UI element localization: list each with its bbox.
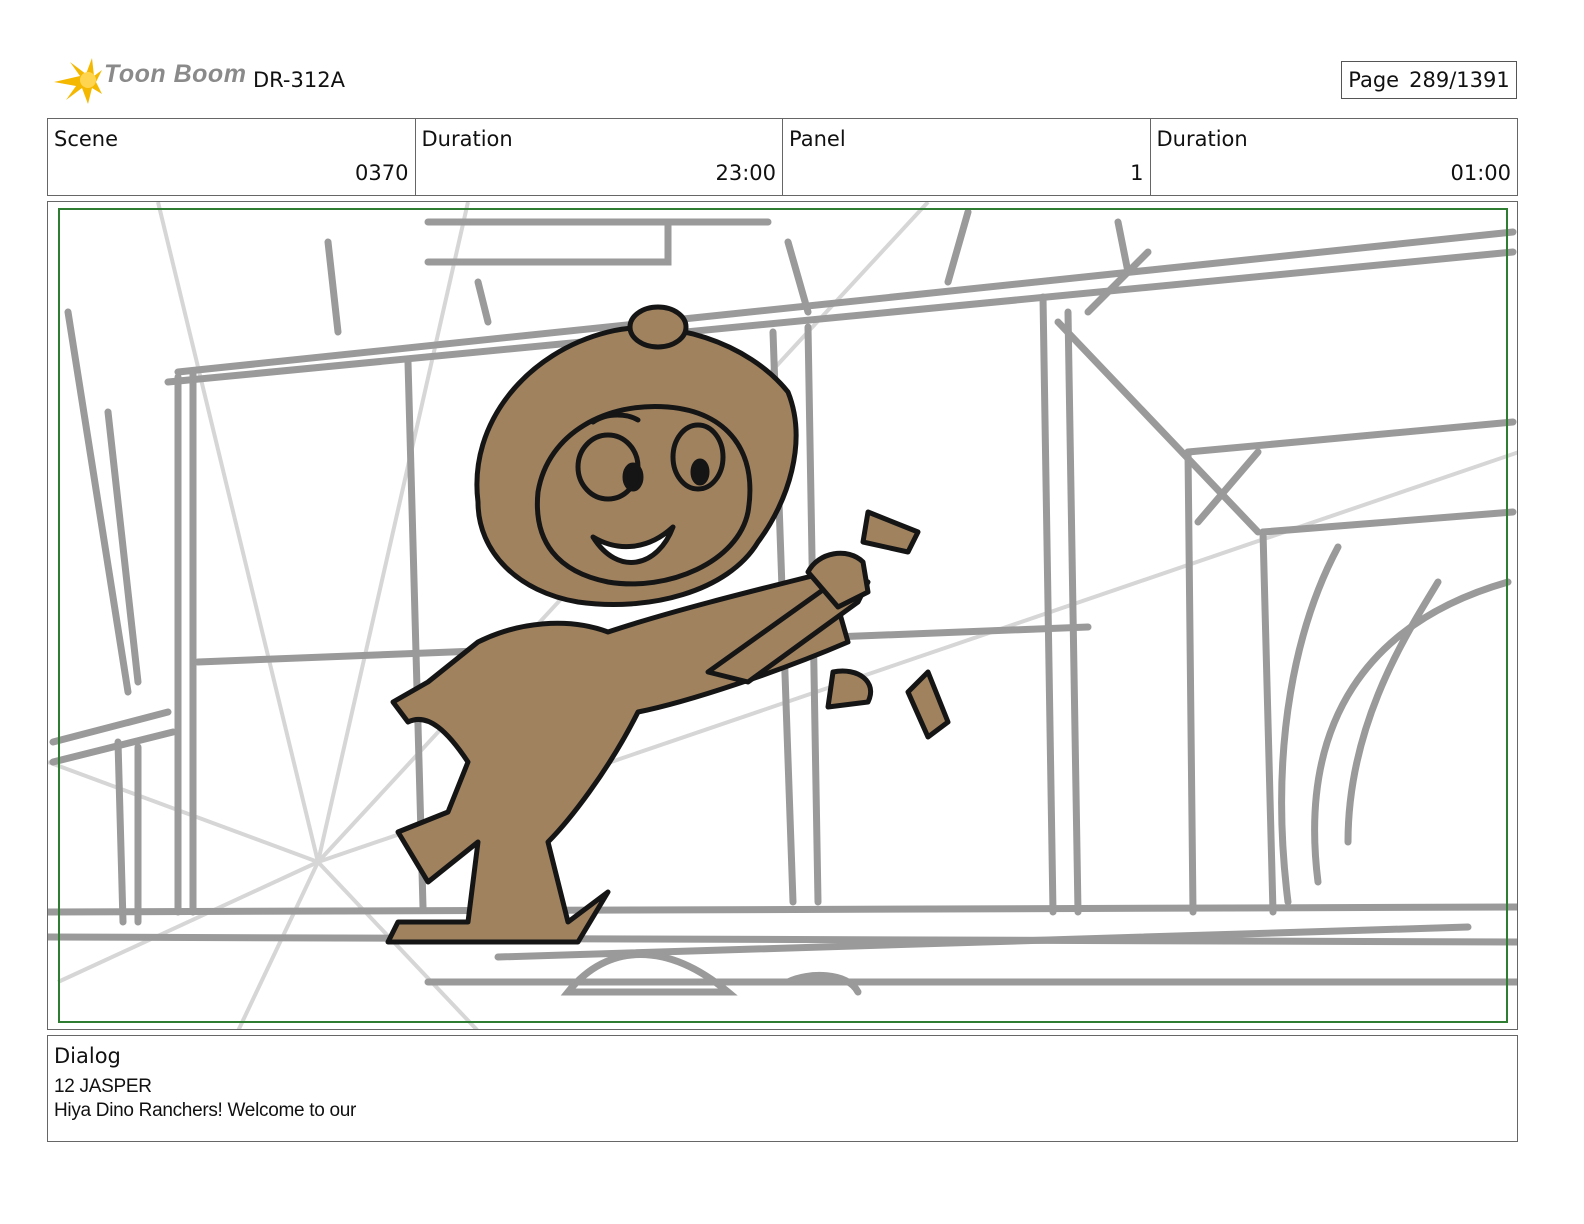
dialog-speaker: 12 JASPER bbox=[54, 1076, 152, 1097]
scene-duration-value: 23:00 bbox=[715, 161, 776, 185]
storyboard-sketch bbox=[48, 202, 1517, 1029]
logo-text: Toon Boom bbox=[104, 60, 247, 88]
dialog-box: Dialog 12 JASPER Hiya Dino Ranchers! Wel… bbox=[47, 1035, 1518, 1142]
character-jasper bbox=[385, 304, 951, 945]
panel-label: Panel bbox=[789, 127, 846, 151]
panel-value: 1 bbox=[1130, 161, 1144, 185]
scene-value: 0370 bbox=[355, 161, 409, 185]
panel-cell: Panel 1 bbox=[783, 119, 1151, 195]
scene-duration-cell: Duration 23:00 bbox=[416, 119, 783, 195]
page-label: Page bbox=[1348, 68, 1400, 92]
panel-duration-value: 01:00 bbox=[1450, 161, 1511, 185]
page-indicator: Page 289/1391 bbox=[1341, 61, 1517, 99]
page-value: 289/1391 bbox=[1409, 68, 1510, 92]
panel-duration-cell: Duration 01:00 bbox=[1151, 119, 1518, 195]
panel-duration-label: Duration bbox=[1156, 127, 1248, 151]
scene-cell: Scene 0370 bbox=[48, 119, 416, 195]
info-table: Scene 0370 Duration 23:00 Panel 1 Durati… bbox=[47, 118, 1518, 196]
dialog-line: Hiya Dino Ranchers! Welcome to our bbox=[54, 1100, 357, 1121]
project-code: DR-312A bbox=[253, 68, 345, 92]
storyboard-panel bbox=[47, 201, 1518, 1030]
scene-label: Scene bbox=[54, 127, 119, 151]
scene-duration-label: Duration bbox=[421, 127, 513, 151]
dialog-title: Dialog bbox=[54, 1044, 121, 1068]
